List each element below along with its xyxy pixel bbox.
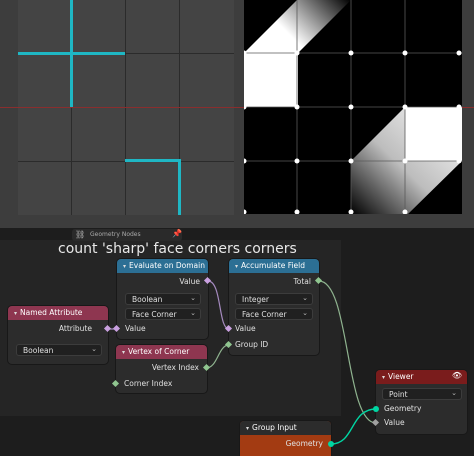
- collapse-chevron-icon[interactable]: ▾: [122, 349, 125, 356]
- dropdown-value: Boolean: [23, 346, 54, 355]
- chevron-down-icon: ⌄: [302, 294, 308, 302]
- dropdown-value: Face Corner: [132, 310, 177, 319]
- editor-type-header[interactable]: ⛓ Geometry Nodes 📌: [72, 229, 182, 241]
- data-type-dropdown[interactable]: Boolean ⌄: [125, 293, 201, 305]
- output-socket-geometry[interactable]: [328, 441, 334, 447]
- attribute-preview-plane: [244, 0, 462, 214]
- output-label: Total: [293, 277, 311, 286]
- pin-icon[interactable]: 📌: [172, 229, 182, 238]
- node-title: Accumulate Field: [241, 261, 306, 270]
- output-label: Value: [179, 277, 200, 286]
- node-title: Evaluate on Domain: [129, 261, 205, 270]
- collapse-chevron-icon[interactable]: ▾: [246, 425, 249, 432]
- input-socket[interactable]: [371, 418, 380, 427]
- vertex: [294, 50, 300, 56]
- vertex: [456, 158, 462, 164]
- vertex: [402, 50, 408, 56]
- node-header[interactable]: ▾ Viewer 👁: [376, 370, 467, 384]
- input-label: Group ID: [235, 340, 269, 349]
- frame-title: count 'sharp' face corners corners: [58, 241, 297, 257]
- node-header[interactable]: ▾ Evaluate on Domain: [117, 259, 208, 273]
- dropdown-value: Point: [389, 390, 408, 399]
- vertex: [348, 158, 354, 164]
- chevron-down-icon: ⌄: [190, 294, 196, 302]
- data-type-dropdown[interactable]: Integer ⌄: [235, 293, 313, 305]
- data-type-dropdown[interactable]: Boolean ⌄: [16, 344, 102, 356]
- chevron-down-icon: ⌄: [451, 389, 457, 397]
- node-group-input[interactable]: ▾ Group Input Geometry: [240, 421, 334, 456]
- vertex: [244, 209, 247, 214]
- output-label: Attribute: [58, 324, 92, 333]
- chevron-down-icon: ⌄: [91, 345, 97, 353]
- vertex: [294, 158, 300, 164]
- collapse-chevron-icon[interactable]: ▾: [123, 263, 126, 270]
- input-label: Corner Index: [124, 379, 173, 388]
- vertex: [456, 50, 462, 56]
- chevron-down-icon: ⌄: [190, 309, 196, 317]
- dropdown-value: Face Corner: [242, 310, 287, 319]
- output-label: Vertex Index: [151, 363, 199, 372]
- domain-dropdown[interactable]: Face Corner ⌄: [235, 308, 313, 320]
- collapse-chevron-icon[interactable]: ▾: [14, 310, 17, 317]
- input-socket-geometry[interactable]: [373, 406, 379, 412]
- node-title: Named Attribute: [20, 308, 83, 317]
- input-label: Value: [125, 324, 146, 333]
- viewport-3d[interactable]: [0, 0, 474, 228]
- node-vertex-of-corner[interactable]: ▾ Vertex of Corner Vertex Index Corner In…: [111, 345, 211, 393]
- vertex: [348, 104, 354, 110]
- node-title: Viewer: [388, 372, 414, 381]
- node-header[interactable]: ▾ Group Input: [240, 421, 331, 435]
- vertex: [348, 209, 354, 214]
- sharp-edge-seam: [18, 52, 125, 55]
- node-accumulate-field[interactable]: ▾ Accumulate Field Total Integer ⌄ Face C…: [224, 259, 323, 355]
- vertex: [402, 158, 408, 164]
- vertex: [348, 50, 354, 56]
- collapse-chevron-icon[interactable]: ▾: [382, 374, 385, 381]
- node-title: Vertex of Corner: [128, 347, 190, 356]
- sharp-edge-seam: [125, 159, 181, 162]
- input-label: Value: [384, 418, 405, 427]
- editor-type-label: Geometry Nodes: [90, 231, 141, 238]
- input-label: Value: [235, 324, 256, 333]
- dropdown-value: Integer: [242, 295, 269, 304]
- output-label: Geometry: [285, 439, 323, 448]
- node-viewer[interactable]: ▾ Viewer 👁 Point ⌄ Geometry Value: [371, 370, 467, 434]
- node-tree-icon: ⛓: [75, 230, 86, 239]
- node-editor[interactable]: count 'sharp' face corners corners ⛓ Geo…: [0, 228, 474, 456]
- vertex: [402, 209, 408, 214]
- chevron-down-icon: ⌄: [302, 309, 308, 317]
- node-header[interactable]: ▾ Vertex of Corner: [116, 345, 207, 359]
- vertex: [456, 104, 462, 110]
- domain-dropdown[interactable]: Point ⌄: [382, 388, 462, 400]
- node-evaluate-on-domain[interactable]: ▾ Evaluate on Domain Value Boolean ⌄ Face…: [112, 259, 212, 339]
- vertex: [402, 104, 408, 110]
- input-label: Geometry: [384, 404, 422, 413]
- collapse-chevron-icon[interactable]: ▾: [235, 263, 238, 270]
- vertex: [294, 209, 300, 214]
- domain-dropdown[interactable]: Face Corner ⌄: [125, 308, 201, 320]
- sharp-edge-seam: [178, 159, 181, 215]
- node-named-attribute[interactable]: ▾ Named Attribute Attribute Boolean ⌄: [8, 306, 112, 364]
- dropdown-value: Boolean: [132, 295, 163, 304]
- node-title: Group Input: [252, 423, 297, 432]
- node-header[interactable]: ▾ Named Attribute: [8, 306, 108, 320]
- vertex: [294, 104, 300, 110]
- node-header[interactable]: ▾ Accumulate Field: [229, 259, 319, 273]
- eye-icon[interactable]: 👁: [452, 371, 462, 380]
